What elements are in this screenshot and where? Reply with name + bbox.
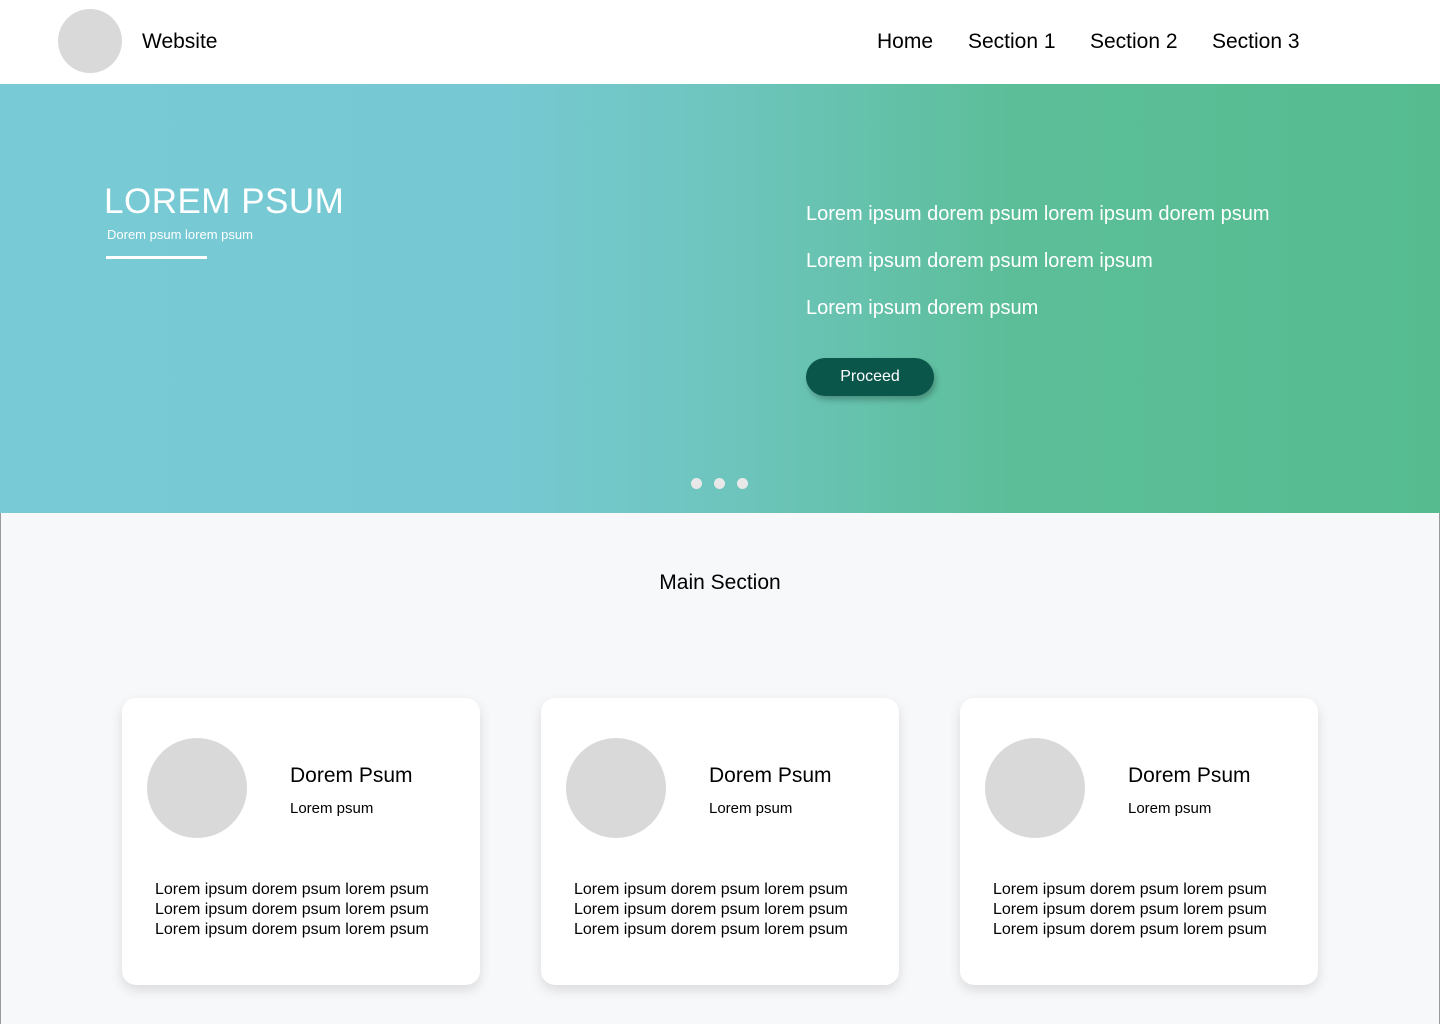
logo-placeholder[interactable] <box>58 9 122 73</box>
card-text-line: Lorem ipsum dorem psum lorem psum <box>155 901 429 918</box>
card-3[interactable]: Dorem Psum Lorem psum Lorem ipsum dorem … <box>960 698 1318 985</box>
card-description: Lorem ipsum dorem psum lorem psum Lorem … <box>574 880 848 940</box>
main-section: Main Section Dorem Psum Lorem psum Lorem… <box>0 513 1440 1024</box>
card-1[interactable]: Dorem Psum Lorem psum Lorem ipsum dorem … <box>122 698 480 985</box>
card-name: Dorem Psum <box>709 764 832 787</box>
card-text-line: Lorem ipsum dorem psum lorem psum <box>155 881 429 898</box>
site-name[interactable]: Website <box>142 29 217 55</box>
proceed-button[interactable]: Proceed <box>806 358 934 396</box>
carousel-dot-1[interactable] <box>691 478 702 489</box>
nav-link-section-3[interactable]: Section 3 <box>1212 29 1300 55</box>
card-avatar <box>985 738 1085 838</box>
nav-link-home[interactable]: Home <box>877 29 933 55</box>
hero-subtitle: Dorem psum lorem psum <box>107 227 253 242</box>
card-text-line: Lorem ipsum dorem psum lorem psum <box>155 921 429 938</box>
hero-title: LOREM PSUM <box>104 182 345 221</box>
carousel-dot-3[interactable] <box>737 478 748 489</box>
card-text-line: Lorem ipsum dorem psum lorem psum <box>993 901 1267 918</box>
main-section-title: Main Section <box>659 571 781 594</box>
card-role: Lorem psum <box>1128 800 1212 817</box>
card-avatar <box>566 738 666 838</box>
site-header: Website Home Section 1 Section 2 Section… <box>0 0 1440 84</box>
nav-link-section-1[interactable]: Section 1 <box>968 29 1056 55</box>
hero-text-line-1: Lorem ipsum dorem psum lorem ipsum dorem… <box>806 203 1270 225</box>
hero-title-underline <box>106 256 207 259</box>
card-text-line: Lorem ipsum dorem psum lorem psum <box>993 921 1267 938</box>
card-2[interactable]: Dorem Psum Lorem psum Lorem ipsum dorem … <box>541 698 899 985</box>
nav-link-section-2[interactable]: Section 2 <box>1090 29 1178 55</box>
card-avatar <box>147 738 247 838</box>
card-text-line: Lorem ipsum dorem psum lorem psum <box>574 881 848 898</box>
hero-text-line-3: Lorem ipsum dorem psum <box>806 297 1039 319</box>
card-name: Dorem Psum <box>290 764 413 787</box>
hero-banner: LOREM PSUM Dorem psum lorem psum Lorem i… <box>0 84 1440 513</box>
carousel-dot-2[interactable] <box>714 478 725 489</box>
card-role: Lorem psum <box>290 800 374 817</box>
card-role: Lorem psum <box>709 800 793 817</box>
card-text-line: Lorem ipsum dorem psum lorem psum <box>574 901 848 918</box>
card-description: Lorem ipsum dorem psum lorem psum Lorem … <box>993 880 1267 940</box>
card-text-line: Lorem ipsum dorem psum lorem psum <box>574 921 848 938</box>
card-description: Lorem ipsum dorem psum lorem psum Lorem … <box>155 880 429 940</box>
card-name: Dorem Psum <box>1128 764 1251 787</box>
hero-text-line-2: Lorem ipsum dorem psum lorem ipsum <box>806 250 1153 272</box>
card-text-line: Lorem ipsum dorem psum lorem psum <box>993 881 1267 898</box>
